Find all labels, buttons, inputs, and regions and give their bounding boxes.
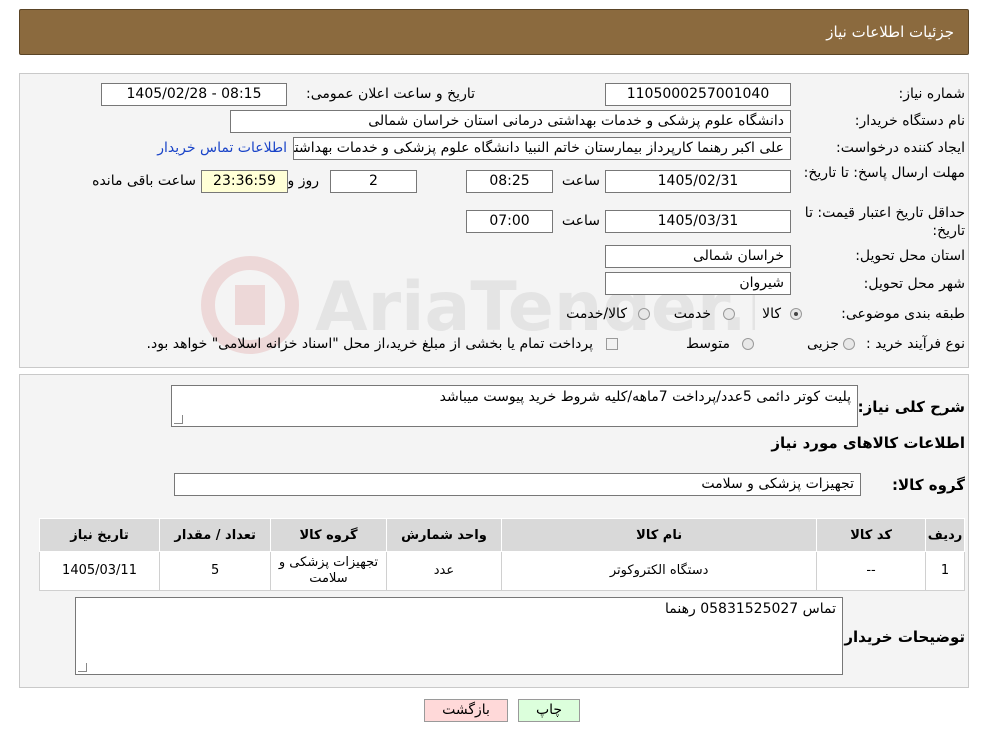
need-number-field: 1105000257001040 [605, 83, 791, 106]
cell-name: دستگاه الکتروکوتر [501, 551, 818, 591]
page-header: جزئیات اطلاعات نیاز [19, 9, 969, 55]
validity-hour-label: ساعت [561, 213, 600, 229]
validity-date-field: 1405/03/31 [605, 210, 791, 233]
process-radio-minor[interactable] [843, 338, 855, 350]
description-label: شرح کلی نیاز: [857, 398, 965, 416]
cell-code: -- [816, 551, 927, 591]
city-field: شیروان [605, 272, 791, 295]
send-deadline-label: مهلت ارسال پاسخ: تا تاریخ: [803, 165, 965, 181]
cell-group: تجهیزات پزشکی و سلامت [270, 551, 387, 591]
description-text: پلیت کوتر دائمی 5عدد/پرداخت 7ماهه/کلیه ش… [439, 389, 851, 405]
province-field: خراسان شمالی [605, 245, 791, 268]
description-field: پلیت کوتر دائمی 5عدد/پرداخت 7ماهه/کلیه ش… [171, 385, 858, 427]
col-name: نام کالا [501, 518, 818, 552]
min-validity-label: حداقل تاریخ اعتبار قیمت: تا تاریخ: [804, 205, 965, 239]
process-radio-medium[interactable] [742, 338, 754, 350]
col-quantity: تعداد / مقدار [159, 518, 272, 552]
table-row: 1 -- دستگاه الکتروکوتر عدد تجهیزات پزشکی… [38, 551, 965, 591]
category-radio-goods-service[interactable] [638, 308, 650, 320]
send-hour-label: ساعت [561, 173, 600, 189]
back-button[interactable]: بازگشت [424, 699, 508, 722]
goods-table: ردیف کد کالا نام کالا واحد شمارش گروه کا… [38, 518, 965, 591]
cell-row: 1 [925, 551, 965, 591]
category-option-service: خدمت [673, 306, 711, 322]
resize-handle-icon[interactable] [174, 415, 183, 424]
process-option-medium: متوسط [686, 336, 730, 352]
process-type-label: نوع فرآیند خرید : [866, 336, 965, 352]
buyer-contact-link[interactable]: اطلاعات تماس خریدار [157, 140, 287, 156]
process-note: پرداخت تمام یا بخشی از مبلغ خرید،از محل … [146, 336, 593, 352]
col-row: ردیف [925, 518, 965, 552]
cell-need-date: 1405/03/11 [38, 551, 161, 591]
days-field: 2 [330, 170, 417, 193]
day-and-label: روز و [287, 173, 320, 189]
remaining-time-field: 23:36:59 [201, 170, 288, 193]
buyer-org-label: نام دستگاه خریدار: [854, 113, 965, 129]
category-option-goods-service: کالا/خدمت [566, 306, 627, 322]
col-group: گروه کالا [270, 518, 387, 552]
goods-table-header-row: ردیف کد کالا نام کالا واحد شمارش گروه کا… [38, 518, 965, 552]
province-label: استان محل تحویل: [855, 248, 965, 264]
col-unit: واحد شمارش [385, 518, 503, 552]
city-label: شهر محل تحویل: [863, 276, 965, 292]
remaining-label: ساعت باقی مانده [92, 173, 196, 189]
category-radio-service[interactable] [723, 308, 735, 320]
resize-handle-icon[interactable] [78, 663, 87, 672]
send-date-field: 1405/02/31 [605, 170, 791, 193]
announce-datetime-label: تاریخ و ساعت اعلان عمومی: [306, 86, 475, 102]
process-option-minor: جزیی [807, 336, 839, 352]
requester-field: علی اکبر رهنما کارپرداز بیمارستان خاتم ا… [293, 137, 791, 160]
requester-label: ایجاد کننده درخواست: [836, 140, 965, 156]
goods-info-heading: اطلاعات کالاهای مورد نیاز [771, 434, 965, 452]
goods-group-label: گروه کالا: [892, 476, 965, 494]
cell-quantity: 5 [159, 551, 272, 591]
buyer-notes-label: توضیحات خریدار: [838, 628, 965, 646]
category-option-goods: کالا [762, 306, 781, 322]
category-label: طبقه بندی موضوعی: [841, 306, 965, 322]
buyer-notes-text: تماس 05831525027 رهنما [665, 601, 836, 617]
announce-datetime-field: 1405/02/28 - 08:15 [101, 83, 287, 106]
goods-group-field: تجهیزات پزشکی و سلامت [174, 473, 861, 496]
validity-time-field: 07:00 [466, 210, 553, 233]
print-button[interactable]: چاپ [518, 699, 580, 722]
buyer-org-field: دانشگاه علوم پزشکی و خدمات بهداشتی درمان… [230, 110, 791, 133]
goods-table-wrap: ردیف کد کالا نام کالا واحد شمارش گروه کا… [38, 518, 965, 591]
buyer-notes-field: تماس 05831525027 رهنما [75, 597, 843, 675]
col-need-date: تاریخ نیاز [38, 518, 161, 552]
col-code: کد کالا [816, 518, 927, 552]
category-radio-goods[interactable] [790, 308, 802, 320]
treasury-checkbox[interactable] [606, 338, 618, 350]
cell-unit: عدد [385, 551, 503, 591]
page-title: جزئیات اطلاعات نیاز [826, 23, 954, 41]
send-time-field: 08:25 [466, 170, 553, 193]
need-number-label: شماره نیاز: [898, 86, 966, 102]
